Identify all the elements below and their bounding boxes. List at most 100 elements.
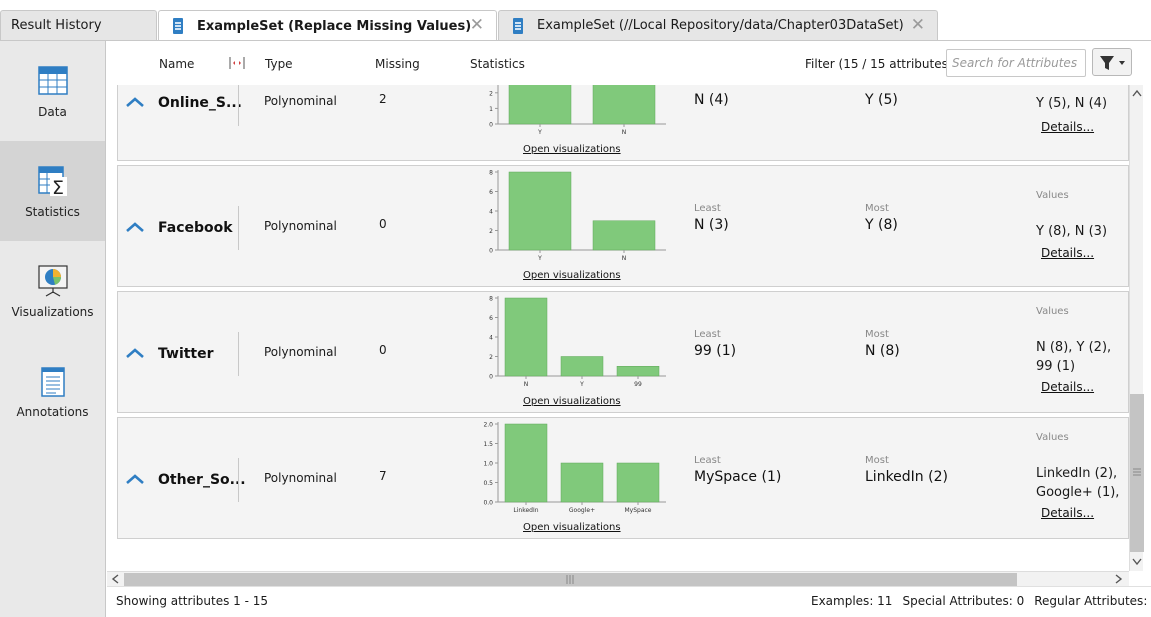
least-value: 99 (1) [694,343,737,359]
tab-exampleset-repository[interactable]: ExampleSet (//Local Repository/data/Chap… [498,10,938,40]
grip-icon [566,575,574,584]
open-visualizations-link[interactable]: Open visualizations [523,522,621,533]
attribute-name: Twitter [158,346,214,362]
notepad-icon [38,365,68,397]
chevron-up-icon[interactable] [126,97,144,107]
column-type[interactable]: Type [265,57,293,71]
column-resize-icon[interactable] [228,55,246,74]
nav-item-annotations[interactable]: Annotations [0,341,105,441]
column-separator [238,458,239,502]
most-value: N (8) [865,343,900,359]
column-header: Name Type Missing Statistics Filter (15 … [107,41,1151,85]
tab-exampleset-replace-missing[interactable]: ExampleSet (Replace Missing Values) ✕ [158,10,497,41]
most-label: Most [865,455,889,466]
values-summary: N (8), Y (2), 99 (1) [1036,340,1112,374]
bar[interactable] [560,356,604,377]
scroll-right-arrow-icon[interactable] [1115,574,1123,584]
scroll-left-arrow-icon[interactable] [111,574,119,584]
bar[interactable] [504,297,548,377]
x-tick-label: N [524,381,529,388]
y-tick-label: 0 [489,122,493,129]
distribution-chart[interactable]: 0 2 4 6 8 N Y 99 [478,292,668,396]
values-summary: Y (5), N (4) [1036,96,1108,111]
details-link[interactable]: Details... [1041,506,1094,520]
tab-bar: Result History ExampleSet (Replace Missi… [0,0,1151,41]
examples-count: Examples: 11 [811,594,893,608]
y-tick-label: 0 [489,374,493,381]
bar[interactable] [560,462,604,503]
table-grid-icon [37,65,68,97]
search-attributes-input[interactable] [946,49,1086,77]
attribute-type: Polynominal [264,345,337,359]
x-tick-label: 99 [634,381,642,388]
chevron-up-icon[interactable] [126,222,144,232]
close-icon[interactable]: ✕ [911,16,925,34]
x-tick-label: N [622,129,627,136]
column-missing[interactable]: Missing [375,57,420,71]
sigma-table-icon: Σ [37,165,68,199]
values-label: Values [1036,190,1069,201]
horizontal-scroll-thumb[interactable] [124,573,1017,586]
values-label: Values [1036,306,1069,317]
open-visualizations-link[interactable]: Open visualizations [523,144,621,155]
bar[interactable] [504,423,548,503]
scroll-down-arrow-icon[interactable] [1132,558,1142,566]
attribute-row[interactable]: Facebook Polynominal 0 0 2 4 6 8 Y N Open visu… [117,165,1129,287]
document-icon [513,17,523,34]
bar[interactable] [592,220,656,251]
showing-attributes-text: Showing attributes 1 - 15 [116,594,269,608]
bar[interactable] [592,85,656,125]
tab-label: ExampleSet (Replace Missing Values) [197,18,472,34]
y-tick-label: 1.5 [483,441,493,448]
x-tick-label: MySpace [624,507,651,514]
attribute-type: Polynominal [264,219,337,233]
chevron-up-icon[interactable] [126,474,144,484]
most-value: Y (8) [865,217,898,233]
bar[interactable] [616,462,660,503]
nav-label: Visualizations [11,305,94,319]
details-link[interactable]: Details... [1041,246,1094,260]
open-visualizations-link[interactable]: Open visualizations [523,396,621,407]
attribute-missing: 0 [379,343,387,357]
chevron-up-icon[interactable] [126,348,144,358]
distribution-chart[interactable]: 0 2 4 6 8 Y N [478,166,668,270]
attribute-type: Polynominal [264,471,337,485]
vertical-scrollbar[interactable] [1129,85,1144,571]
attribute-name: Online_S... [158,95,242,111]
attribute-missing: 0 [379,217,387,231]
nav-item-statistics[interactable]: Σ Statistics [0,141,105,241]
nav-item-data[interactable]: Data [0,41,105,141]
bar[interactable] [616,366,660,377]
attribute-list: Online_S... Polynominal 2 0 1 2 Y N Open vis… [107,85,1129,571]
details-link[interactable]: Details... [1041,380,1094,394]
nav-item-visualizations[interactable]: Visualizations [0,241,105,341]
tab-label: ExampleSet (//Local Repository/data/Chap… [537,18,904,33]
open-visualizations-link[interactable]: Open visualizations [523,270,621,281]
tab-result-history[interactable]: Result History [0,10,157,40]
values-label: Values [1036,432,1069,443]
distribution-chart[interactable]: 0 1 2 Y N [478,85,668,144]
distribution-chart[interactable]: 0.0 0.5 1.0 1.5 2.0 LinkedIn Google+ MySpace [478,418,668,522]
vertical-scroll-thumb[interactable] [1130,394,1144,552]
attribute-row[interactable]: Online_S... Polynominal 2 0 1 2 Y N Open vis… [117,85,1129,161]
x-tick-label: LinkedIn [513,507,538,514]
y-tick-label: 0 [489,248,493,255]
y-tick-label: 8 [489,296,493,303]
attribute-name: Other_So... [158,472,246,488]
column-statistics[interactable]: Statistics [470,57,525,71]
bar[interactable] [508,85,572,125]
column-separator [238,85,239,126]
scroll-up-arrow-icon[interactable] [1132,89,1142,97]
y-tick-label: 4 [489,209,493,216]
column-name[interactable]: Name [159,57,194,71]
attribute-row[interactable]: Other_So... Polynominal 7 0.0 0.5 1.0 1.5 2.… [117,417,1129,539]
most-label: Most [865,203,889,214]
filter-dropdown-button[interactable] [1092,48,1132,76]
most-label: Most [865,329,889,340]
y-tick-label: 4 [489,335,493,342]
close-icon[interactable]: ✕ [470,16,484,34]
details-link[interactable]: Details... [1041,120,1094,134]
horizontal-scrollbar[interactable] [107,571,1129,586]
bar[interactable] [508,171,572,251]
attribute-row[interactable]: Twitter Polynominal 0 0 2 4 6 8 N Y 99 Open vis… [117,291,1129,413]
